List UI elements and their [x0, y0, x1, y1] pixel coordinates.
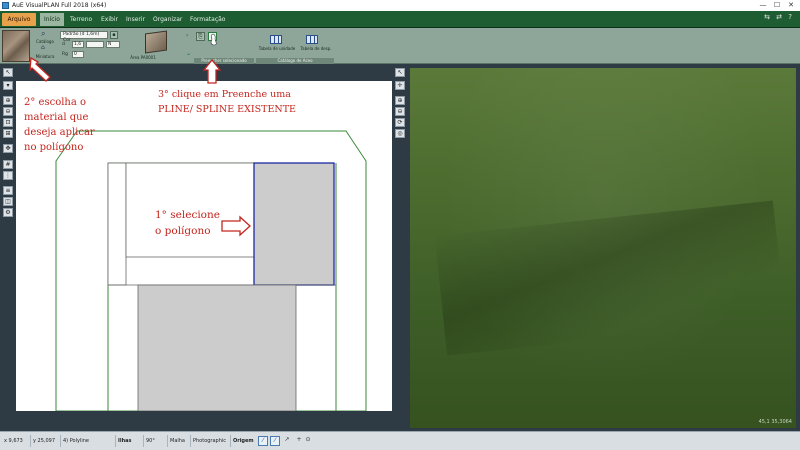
- rotate-3d-icon[interactable]: ⟳: [395, 118, 405, 127]
- status-photographic-toggle[interactable]: Photographic: [190, 435, 228, 447]
- 3d-view-canvas[interactable]: 45,1 35,3064: [410, 68, 796, 428]
- arrow-up-left-icon: [29, 56, 51, 82]
- view3d-toolbar: ↖ ✛ ⊕ ⊖ ⟳ ◎: [392, 64, 408, 431]
- status-x-coord: x 9,673: [4, 438, 23, 444]
- app-window: AuE VisualPLAN Full 2018 (x64) — ☐ ✕ Arq…: [0, 0, 800, 450]
- status-angle-toggle[interactable]: 90°: [143, 435, 157, 447]
- draw-line-icon[interactable]: ⁄: [258, 436, 268, 446]
- move-3d-icon[interactable]: ✛: [395, 81, 405, 90]
- arrow-up-icon: [202, 58, 222, 84]
- pointer-3d-icon[interactable]: ↖: [395, 68, 405, 77]
- draw-polyline-icon[interactable]: ⁄: [270, 436, 280, 446]
- annotation-step-3: 3° clique em Preenche uma PLINE/ SPLINE …: [158, 89, 296, 115]
- mouse-cursor-icon: [210, 33, 217, 46]
- move-icon[interactable]: ↗: [282, 436, 292, 446]
- terrain-shadow: [434, 200, 786, 356]
- target-icon[interactable]: ⊙: [303, 436, 313, 446]
- status-snap-toggle[interactable]: Ilhas: [115, 435, 133, 447]
- status-bar: x 9,673 y 25,097 4) Polyline Ilhas 90° M…: [0, 431, 800, 450]
- status-malha-toggle[interactable]: Malha: [167, 435, 187, 447]
- status-layer[interactable]: 4) Polyline: [60, 435, 91, 447]
- annotation-step-1: 1° selecione o polígono: [155, 209, 220, 237]
- status-y-coord: y 25,097: [30, 435, 57, 447]
- status-origem-toggle[interactable]: Origem: [230, 435, 256, 447]
- zoom-in-3d-icon[interactable]: ⊕: [395, 96, 405, 105]
- annotation-step-2: 2° escolha o material que deseja aplicar…: [24, 97, 95, 153]
- 3d-coords-readout: 45,1 35,3064: [758, 419, 792, 425]
- zoom-out-3d-icon[interactable]: ⊖: [395, 107, 405, 116]
- orbit-3d-icon[interactable]: ◎: [395, 129, 405, 138]
